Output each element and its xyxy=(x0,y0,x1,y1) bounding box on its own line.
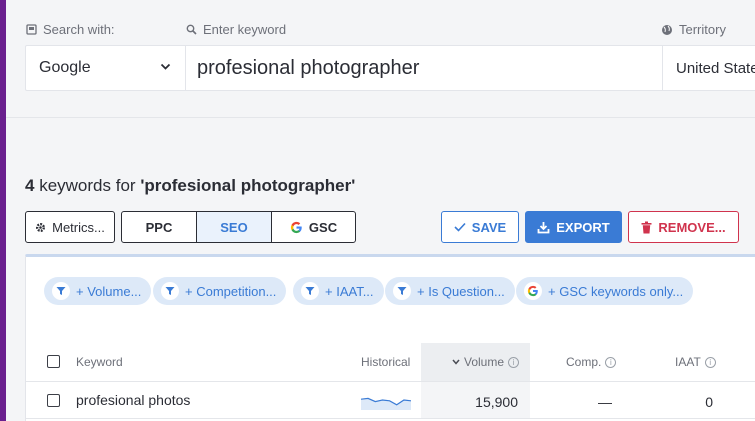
metrics-button[interactable]: Metrics... xyxy=(25,211,115,243)
keyword-input[interactable] xyxy=(187,46,661,90)
sort-descending-icon xyxy=(452,359,460,365)
tab-seo[interactable]: SEO xyxy=(197,212,272,242)
search-engine-icon xyxy=(26,24,37,35)
row-divider xyxy=(26,381,755,382)
filter-chip-volume[interactable]: + Volume... xyxy=(44,277,152,305)
export-button[interactable]: EXPORT xyxy=(525,211,622,243)
column-header-volume[interactable]: Volume i xyxy=(452,355,520,369)
search-labels: Search with: Enter keyword Territory xyxy=(0,22,755,40)
remove-button[interactable]: REMOVE... xyxy=(628,211,739,243)
column-header-iaat[interactable]: IAAT i xyxy=(675,355,716,369)
keyword-cell[interactable]: profesional photos xyxy=(76,392,190,408)
summary-query: 'profesional photographer' xyxy=(140,176,356,195)
app-sidebar-edge xyxy=(0,0,6,421)
tab-ppc[interactable]: PPC xyxy=(122,212,197,242)
save-button[interactable]: SAVE xyxy=(441,211,519,243)
info-icon[interactable]: i xyxy=(704,356,716,368)
search-with-label: Search with: xyxy=(26,22,115,37)
filter-icon xyxy=(393,282,411,300)
column-header-keyword[interactable]: Keyword xyxy=(76,355,123,369)
results-summary: 4 keywords for 'profesional photographer… xyxy=(25,176,355,196)
volume-cell: 15,900 xyxy=(475,394,518,410)
download-icon xyxy=(537,221,550,233)
google-icon xyxy=(524,282,542,300)
enter-keyword-label: Enter keyword xyxy=(186,22,286,37)
territory-label: Territory xyxy=(661,22,726,37)
filter-icon xyxy=(301,282,319,300)
tab-gsc[interactable]: GSC xyxy=(272,212,355,242)
filter-icon xyxy=(161,282,179,300)
chevron-down-icon xyxy=(160,63,171,70)
filter-chip-iaat[interactable]: + IAAT... xyxy=(293,277,384,305)
comp-cell: — xyxy=(598,394,612,410)
info-icon[interactable]: i xyxy=(605,356,617,368)
filter-chip-is-question[interactable]: + Is Question... xyxy=(385,277,515,305)
summary-text: keywords for xyxy=(39,176,136,195)
column-header-comp[interactable]: Comp. i xyxy=(566,355,617,369)
checkmark-icon xyxy=(454,222,466,232)
section-divider xyxy=(6,117,755,118)
data-source-tabs: PPC SEO GSC xyxy=(121,211,356,243)
row-divider xyxy=(26,418,755,419)
search-engine-select[interactable]: Google xyxy=(26,46,186,90)
gear-icon xyxy=(36,222,46,232)
select-all-checkbox[interactable] xyxy=(47,355,60,368)
search-bar: Google United States xyxy=(25,45,755,91)
filter-chip-competition[interactable]: + Competition... xyxy=(153,277,287,305)
info-icon[interactable]: i xyxy=(508,356,520,368)
trash-icon xyxy=(641,221,652,233)
globe-icon xyxy=(662,24,672,35)
keyword-count: 4 xyxy=(25,176,35,195)
google-icon xyxy=(290,221,302,233)
filter-chip-gsc-keywords[interactable]: + GSC keywords only... xyxy=(516,277,694,305)
row-checkbox[interactable] xyxy=(47,394,60,407)
territory-select[interactable]: United States xyxy=(662,46,755,90)
search-icon xyxy=(186,24,197,35)
iaat-cell: 0 xyxy=(705,394,713,410)
filter-icon xyxy=(52,282,70,300)
column-header-historical[interactable]: Historical xyxy=(361,355,410,369)
historical-sparkline xyxy=(361,397,411,410)
